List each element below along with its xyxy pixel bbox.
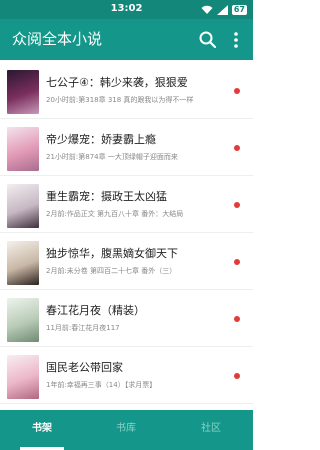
book-title: 独步惊华，腹黑嫡女御天下 (46, 247, 178, 260)
book-latest-chapter: 2月前:未分卷 第四百二十七章 番外（三） (46, 267, 177, 275)
signal-icon (216, 4, 228, 15)
book-cover-image (7, 355, 39, 399)
divider (0, 175, 253, 176)
book-cover-image (7, 70, 39, 114)
book-latest-chapter: 11月前:春江花月夜117 (46, 324, 120, 332)
more-vert-icon (234, 32, 238, 48)
app-bar: 众阅全本小说 (0, 19, 253, 60)
bottom-nav: 书架 书库 社区 (0, 410, 253, 450)
unread-dot (234, 259, 240, 265)
wifi-icon (201, 5, 213, 14)
book-cover-image (7, 298, 39, 342)
book-cover-image (7, 184, 39, 228)
unread-dot (234, 145, 240, 151)
book-latest-chapter: 2月前:作品正文 第九百八十章 番外：大结局 (46, 210, 184, 218)
book-latest-chapter: 1年前:幸福再三事（14）【求月票】 (46, 381, 157, 389)
tab-library[interactable]: 书库 (84, 410, 168, 450)
book-row[interactable]: 重生霸宠：摄政王太凶猛 2月前:作品正文 第九百八十章 番外：大结局 (0, 180, 253, 237)
unread-dot (234, 88, 240, 94)
divider (0, 118, 253, 119)
divider (0, 403, 253, 404)
app-title: 众阅全本小说 (12, 30, 103, 48)
battery-icon: 67 (231, 4, 247, 15)
book-latest-chapter: 20小时前:第318章 318 真的跟我以为得不一样 (46, 96, 194, 104)
unread-dot (234, 316, 240, 322)
book-title: 七公子④：韩少来袭，狠狠爱 (46, 76, 188, 89)
divider (0, 346, 253, 347)
book-cover-image (7, 241, 39, 285)
book-title: 春江花月夜（精装） (46, 304, 145, 317)
book-row[interactable]: 七公子④：韩少来袭，狠狠爱 20小时前:第318章 318 真的跟我以为得不一样 (0, 66, 253, 123)
tab-bookshelf-label: 书架 (32, 423, 52, 434)
tab-bookshelf[interactable]: 书架 (0, 410, 84, 450)
book-row[interactable]: 春江花月夜（精装） 11月前:春江花月夜117 (0, 294, 253, 351)
tab-community[interactable]: 社区 (169, 410, 253, 450)
more-options-button[interactable] (229, 30, 243, 50)
search-button[interactable] (198, 30, 218, 50)
divider (0, 232, 253, 233)
book-row[interactable]: 帝少爆宠：娇妻霸上瘾 21小时前:第874章 一大顶绿帽子迎面而来 (0, 123, 253, 180)
status-icons: 67 (201, 3, 247, 16)
book-title: 帝少爆宠：娇妻霸上瘾 (46, 133, 156, 146)
divider (0, 289, 253, 290)
status-bar: 13:02 67 (0, 0, 253, 19)
tab-library-label: 书库 (116, 423, 136, 434)
book-cover-image (7, 127, 39, 171)
book-row[interactable]: 国民老公带回家 1年前:幸福再三事（14）【求月票】 (0, 351, 253, 408)
search-icon (199, 31, 217, 49)
book-title: 国民老公带回家 (46, 361, 123, 374)
book-title: 重生霸宠：摄政王太凶猛 (46, 190, 167, 203)
book-row[interactable]: 独步惊华，腹黑嫡女御天下 2月前:未分卷 第四百二十七章 番外（三） (0, 237, 253, 294)
tab-community-label: 社区 (201, 423, 221, 434)
unread-dot (234, 373, 240, 379)
unread-dot (234, 202, 240, 208)
book-latest-chapter: 21小时前:第874章 一大顶绿帽子迎面而来 (46, 153, 178, 161)
